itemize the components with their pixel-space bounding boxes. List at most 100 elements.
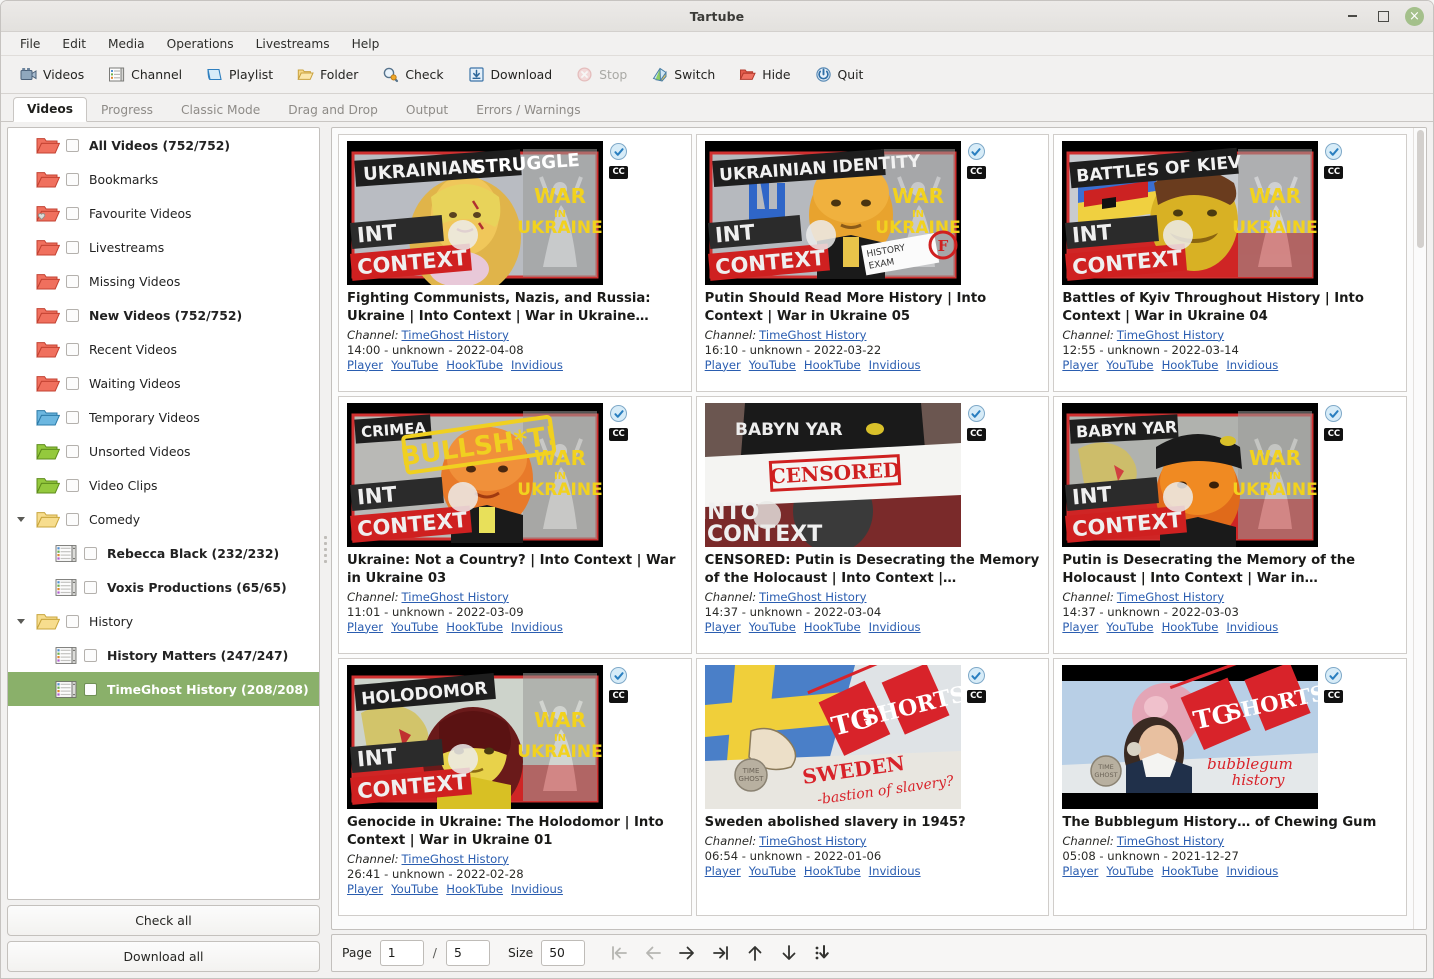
sidebar-item-voxis-productions[interactable]: Voxis Productions (65/65) (8, 570, 319, 604)
video-link-youtube[interactable]: YouTube (1106, 358, 1153, 372)
menu-media[interactable]: Media (97, 35, 156, 53)
media-tree[interactable]: All Videos (752/752) Bookmarks Favourite V… (7, 127, 320, 900)
video-card[interactable]: TIME GHOST TG SHORTS SWEDEN -bastion of slave… (695, 658, 1050, 916)
video-link-player[interactable]: Player (1062, 620, 1098, 634)
video-channel-link[interactable]: TimeGhost History (402, 852, 509, 866)
sidebar-item-video-clips[interactable]: Video Clips (8, 468, 319, 502)
video-checked-icon[interactable] (610, 405, 627, 422)
sidebar-item-waiting-videos[interactable]: Waiting Videos (8, 366, 319, 400)
video-thumbnail[interactable]: BABYN YAR WAR IN UKRAINE INT CONTEXT (1062, 403, 1319, 547)
video-checked-icon[interactable] (967, 405, 985, 422)
video-link-hooktube[interactable]: HookTube (446, 620, 503, 634)
close-icon[interactable]: × (1405, 6, 1424, 26)
sidebar-item-checkbox[interactable] (66, 342, 79, 356)
sidebar-item-history-matters[interactable]: History Matters (247/247) (8, 638, 319, 672)
menu-file[interactable]: File (9, 35, 51, 53)
toolbar-check-button[interactable]: Check (373, 62, 452, 87)
video-thumbnail[interactable]: CRIMEA BULLSH*T! WAR IN UKRAINE INT CONTEXT (347, 403, 603, 547)
video-panel-scrollbar[interactable] (1413, 128, 1426, 929)
video-link-hooktube[interactable]: HookTube (804, 620, 861, 634)
video-thumbnail[interactable]: UKRAINIAN STRUGGLE WAR IN UKRAINE INT CONTEXT (347, 141, 603, 285)
video-link-invidious[interactable]: Invidious (869, 864, 921, 878)
video-checked-icon[interactable] (1325, 143, 1343, 160)
sidebar-item-checkbox[interactable] (66, 206, 79, 220)
video-link-invidious[interactable]: Invidious (511, 620, 563, 634)
video-link-hooktube[interactable]: HookTube (804, 864, 861, 878)
toolbar-switch-button[interactable]: Switch (642, 62, 724, 87)
video-link-player[interactable]: Player (705, 864, 741, 878)
toolbar-quit-button[interactable]: Quit (806, 62, 873, 87)
minimize-icon[interactable] (1343, 7, 1361, 25)
video-link-invidious[interactable]: Invidious (1226, 358, 1278, 372)
video-thumbnail[interactable]: BATTLES OF KIEV WAR IN UKRAINE INT CONTEXT (1062, 141, 1319, 285)
scroll-down-button[interactable] (775, 939, 803, 967)
video-channel-link[interactable]: TimeGhost History (759, 590, 866, 604)
video-link-youtube[interactable]: YouTube (1106, 864, 1153, 878)
sidebar-item-missing-videos[interactable]: Missing Videos (8, 264, 319, 298)
last-page-button[interactable] (707, 939, 735, 967)
video-link-youtube[interactable]: YouTube (1106, 620, 1153, 634)
video-card[interactable]: UKRAINIAN STRUGGLE WAR IN UKRAINE INT CONTEXT C… (338, 134, 692, 392)
video-checked-icon[interactable] (1325, 667, 1343, 684)
video-thumbnail[interactable]: BABYN YAR CENSORED INTO CONTEXT (704, 403, 961, 547)
video-channel-link[interactable]: TimeGhost History (402, 328, 509, 342)
sidebar-item-checkbox[interactable] (84, 648, 97, 662)
video-link-invidious[interactable]: Invidious (1226, 620, 1278, 634)
video-thumbnail[interactable]: UKRAINIAN IDENTITY WAR IN UKRAINE INT CONTEXT… (704, 141, 961, 285)
video-link-invidious[interactable]: Invidious (511, 358, 563, 372)
video-card[interactable]: CRIMEA BULLSH*T! WAR IN UKRAINE INT CONTEXT CC U… (338, 396, 692, 654)
video-thumbnail[interactable]: HOLODOMOR WAR IN UKRAINE INT CONTEXT (347, 665, 603, 809)
video-link-invidious[interactable]: Invidious (511, 882, 563, 896)
video-channel-link[interactable]: TimeGhost History (402, 590, 509, 604)
scrollbar-thumb[interactable] (1417, 130, 1424, 248)
tab-output[interactable]: Output (392, 98, 462, 122)
menu-livestreams[interactable]: Livestreams (245, 35, 341, 53)
check-all-button[interactable]: Check all (7, 905, 320, 936)
tab-videos[interactable]: Videos (13, 97, 88, 122)
video-link-youtube[interactable]: YouTube (749, 864, 796, 878)
video-card[interactable]: BABYN YAR CENSORED INTO CONTEXT CC CENSORED: … (695, 396, 1050, 654)
expander-collapse-icon[interactable] (12, 514, 30, 524)
toolbar-playlist-button[interactable]: Playlist (197, 62, 282, 87)
video-link-youtube[interactable]: YouTube (749, 620, 796, 634)
video-thumbnail[interactable]: TIME GHOST TG SHORTS bubblegum history (1062, 665, 1319, 809)
sidebar-item-checkbox[interactable] (66, 274, 79, 288)
page-input[interactable] (379, 940, 424, 966)
sidebar-item-history[interactable]: History (8, 604, 319, 638)
sidebar-item-bookmarks[interactable]: Bookmarks (8, 162, 319, 196)
video-link-player[interactable]: Player (347, 882, 383, 896)
tab-progress[interactable]: Progress (87, 98, 167, 122)
toolbar-folder-button[interactable]: Folder (288, 62, 367, 87)
video-checked-icon[interactable] (610, 143, 627, 160)
video-card[interactable]: BABYN YAR WAR IN UKRAINE INT CONTEXT CC Putin i… (1053, 396, 1407, 654)
video-card[interactable]: HOLODOMOR WAR IN UKRAINE INT CONTEXT CC Genocid… (338, 658, 692, 916)
video-card[interactable]: UKRAINIAN IDENTITY WAR IN UKRAINE INT CONTEXT… (695, 134, 1050, 392)
toolbar-download-button[interactable]: Download (459, 62, 562, 87)
video-link-youtube[interactable]: YouTube (391, 882, 438, 896)
scroll-up-button[interactable] (741, 939, 769, 967)
video-channel-link[interactable]: TimeGhost History (759, 834, 866, 848)
sidebar-item-unsorted-videos[interactable]: Unsorted Videos (8, 434, 319, 468)
sidebar-item-checkbox[interactable] (66, 410, 79, 424)
video-link-hooktube[interactable]: HookTube (446, 358, 503, 372)
video-link-player[interactable]: Player (347, 358, 383, 372)
scroll-to-bottom-button[interactable] (809, 939, 837, 967)
video-link-youtube[interactable]: YouTube (391, 358, 438, 372)
sidebar-item-checkbox[interactable] (66, 444, 79, 458)
video-checked-icon[interactable] (967, 667, 985, 684)
sidebar-item-recent-videos[interactable]: Recent Videos (8, 332, 319, 366)
video-card[interactable]: BATTLES OF KIEV WAR IN UKRAINE INT CONTEXT CC B… (1053, 134, 1407, 392)
sidebar-item-checkbox[interactable] (66, 308, 79, 322)
sidebar-item-rebecca-black[interactable]: Rebecca Black (232/232) (8, 536, 319, 570)
sidebar-item-checkbox[interactable] (66, 376, 79, 390)
video-link-invidious[interactable]: Invidious (869, 620, 921, 634)
video-link-youtube[interactable]: YouTube (749, 358, 796, 372)
video-link-player[interactable]: Player (1062, 358, 1098, 372)
maximize-icon[interactable] (1374, 7, 1392, 25)
next-page-button[interactable] (673, 939, 701, 967)
sidebar-item-checkbox[interactable] (66, 512, 79, 526)
sidebar-item-new-videos[interactable]: New Videos (752/752) (8, 298, 319, 332)
video-link-invidious[interactable]: Invidious (1226, 864, 1278, 878)
total-pages-input[interactable] (445, 940, 490, 966)
sidebar-item-checkbox[interactable] (66, 240, 79, 254)
